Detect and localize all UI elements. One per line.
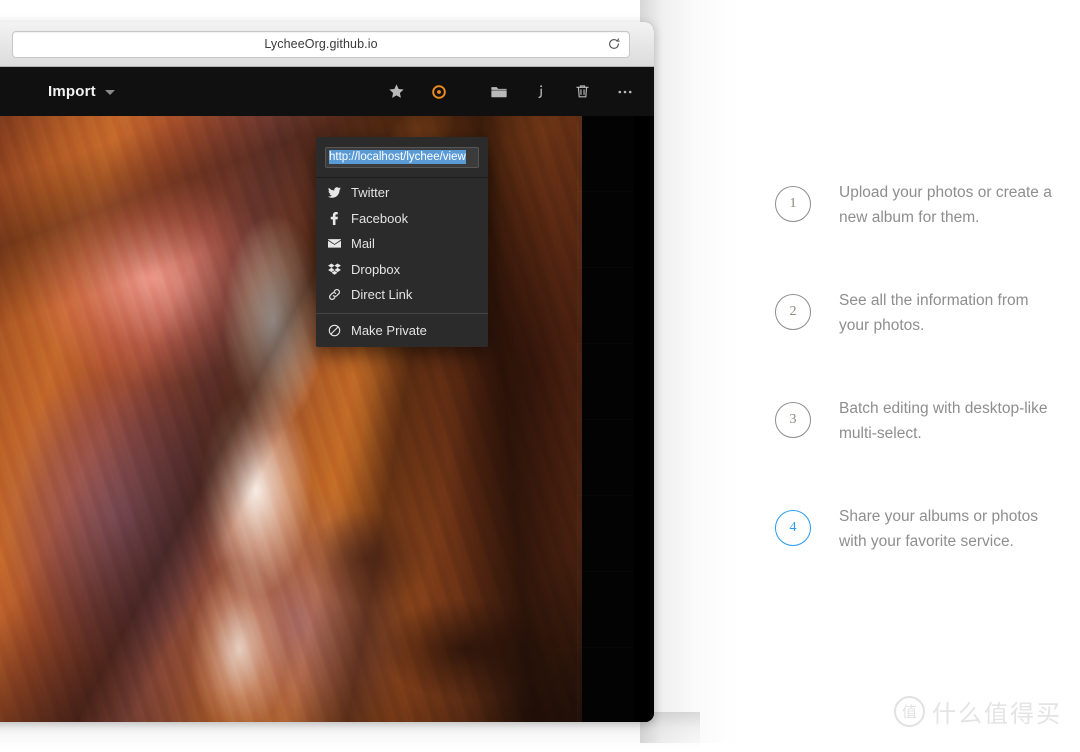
share-item-dropbox[interactable]: Dropbox — [316, 257, 488, 283]
info-row — [578, 344, 634, 420]
info-icon[interactable] — [531, 82, 550, 101]
share-item-mail[interactable]: Mail — [316, 231, 488, 257]
twitter-icon — [328, 186, 348, 199]
window-shadow — [640, 0, 760, 743]
share-item-label: Make Private — [351, 322, 427, 338]
share-url-value: http://localhost/lychee/view — [329, 150, 466, 164]
feature-text: Share your albums or photos with your fa… — [839, 508, 1039, 550]
feature-item-4: 4 Share your albums or photos with your … — [775, 504, 1075, 554]
info-row — [578, 496, 634, 572]
feature-text: See all the information from your photos… — [839, 292, 1029, 334]
ban-icon — [328, 324, 348, 337]
info-row — [578, 116, 634, 192]
info-row — [578, 192, 634, 268]
share-url-input[interactable]: http://localhost/lychee/view — [325, 147, 479, 168]
share-item-make-private[interactable]: Make Private — [316, 318, 488, 344]
browser-window: LycheeOrg.github.io Import http://localh… — [0, 22, 654, 722]
feature-text: Batch editing with desktop-like multi-se… — [839, 400, 1048, 442]
chevron-down-icon — [104, 90, 115, 95]
share-item-label: Dropbox — [351, 261, 401, 277]
share-item-label: Twitter — [351, 185, 390, 201]
share-item-facebook[interactable]: Facebook — [316, 206, 488, 232]
facebook-icon — [328, 211, 348, 225]
page-background: LycheeOrg.github.io Import http://localh… — [0, 0, 1080, 752]
watermark-text: 什么值得买 — [932, 700, 1062, 728]
share-menu-list: Twitter Facebook Mail Dropbox Direct Lin… — [316, 178, 488, 343]
feature-number: 4 — [775, 510, 811, 546]
share-item-label: Direct Link — [351, 287, 413, 303]
dropbox-icon — [328, 263, 348, 276]
address-bar-text: LycheeOrg.github.io — [264, 37, 378, 51]
photo-viewer[interactable] — [0, 116, 582, 722]
feature-item-3: 3 Batch editing with desktop-like multi-… — [775, 396, 1075, 446]
share-item-direct-link[interactable]: Direct Link — [316, 282, 488, 308]
share-item-twitter[interactable]: Twitter — [316, 180, 488, 206]
photo-vignette — [0, 116, 582, 722]
info-row — [578, 420, 634, 496]
share-icon[interactable] — [429, 82, 448, 101]
link-icon — [328, 288, 348, 301]
app-toolbar: Import — [0, 67, 654, 116]
share-url-container: http://localhost/lychee/view — [316, 137, 488, 178]
toolbar-actions — [387, 82, 634, 101]
feature-number: 3 — [775, 402, 811, 438]
info-row — [578, 572, 634, 648]
share-item-label: Mail — [351, 236, 375, 252]
share-item-label: Facebook — [351, 210, 409, 226]
import-label: Import — [48, 83, 96, 100]
watermark: 值 什么值得买 — [894, 694, 1062, 729]
share-menu-divider — [316, 312, 488, 314]
feature-list: 1 Upload your photos or create a new alb… — [775, 180, 1075, 612]
share-menu: http://localhost/lychee/view Twitter Fac… — [316, 137, 488, 347]
browser-chrome: LycheeOrg.github.io — [0, 22, 654, 67]
feature-number: 1 — [775, 186, 811, 222]
reload-icon[interactable] — [607, 37, 621, 51]
folder-icon[interactable] — [489, 82, 508, 101]
feature-text: Upload your photos or create a new album… — [839, 184, 1052, 226]
watermark-badge: 值 — [894, 696, 925, 727]
address-bar[interactable]: LycheeOrg.github.io — [12, 30, 630, 58]
feature-item-2: 2 See all the information from your phot… — [775, 288, 1075, 338]
import-button[interactable]: Import — [48, 83, 115, 100]
trash-icon[interactable] — [573, 82, 592, 101]
more-icon[interactable] — [615, 82, 634, 101]
star-icon[interactable] — [387, 82, 406, 101]
feature-number: 2 — [775, 294, 811, 330]
feature-item-1: 1 Upload your photos or create a new alb… — [775, 180, 1075, 230]
info-row — [578, 268, 634, 344]
lychee-app: Import http://localhost/lychee/view Twit… — [0, 67, 654, 722]
mail-icon — [328, 238, 348, 249]
info-sidebar — [577, 116, 634, 722]
